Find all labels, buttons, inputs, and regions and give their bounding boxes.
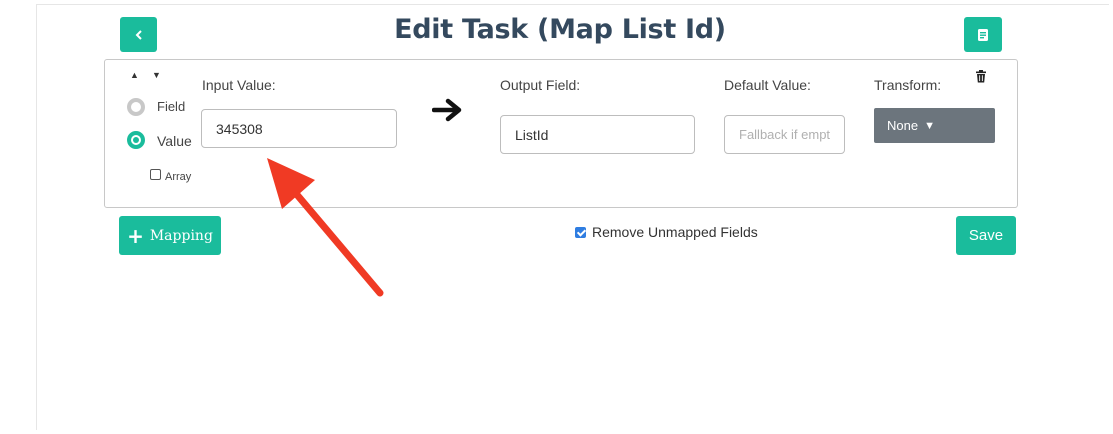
add-mapping-button[interactable]: + Mapping: [119, 216, 221, 255]
page-title: Edit Task (Map List Id): [394, 14, 726, 45]
remove-unmapped-label: Remove Unmapped Fields: [592, 224, 758, 240]
move-down-icon[interactable]: ▼: [152, 70, 161, 80]
move-up-icon[interactable]: ▲: [130, 70, 139, 80]
arrow-right-icon: [432, 98, 462, 122]
save-button[interactable]: Save: [956, 216, 1016, 255]
output-field-input[interactable]: [500, 115, 695, 154]
input-value-field[interactable]: [201, 109, 397, 148]
caret-down-icon: ▼: [924, 119, 935, 132]
transform-label: Transform:: [874, 77, 942, 93]
array-label: Array: [165, 171, 192, 183]
annotation-arrow-icon: [267, 158, 384, 297]
default-value-label: Default Value:: [724, 77, 811, 93]
radio-field[interactable]: [127, 98, 145, 116]
plus-icon: +: [127, 223, 144, 248]
add-mapping-label: Mapping: [149, 227, 213, 244]
radio-value[interactable]: [127, 131, 145, 149]
radio-value-label: Value: [157, 133, 192, 149]
remove-unmapped-toggle[interactable]: Remove Unmapped Fields: [575, 224, 758, 240]
remove-unmapped-checkbox[interactable]: [575, 226, 586, 238]
output-field-label: Output Field:: [500, 77, 581, 93]
radio-field-label: Field: [157, 99, 186, 114]
back-button[interactable]: [120, 17, 157, 52]
input-value-label: Input Value:: [202, 77, 276, 93]
default-value-input[interactable]: [724, 115, 845, 154]
chevron-left-icon: [135, 29, 142, 40]
transform-value: None: [887, 118, 919, 133]
transform-dropdown[interactable]: None ▼: [874, 108, 995, 143]
document-button[interactable]: [964, 17, 1002, 52]
array-checkbox[interactable]: [150, 169, 161, 180]
trash-icon[interactable]: [975, 70, 987, 83]
document-icon: [978, 28, 988, 41]
